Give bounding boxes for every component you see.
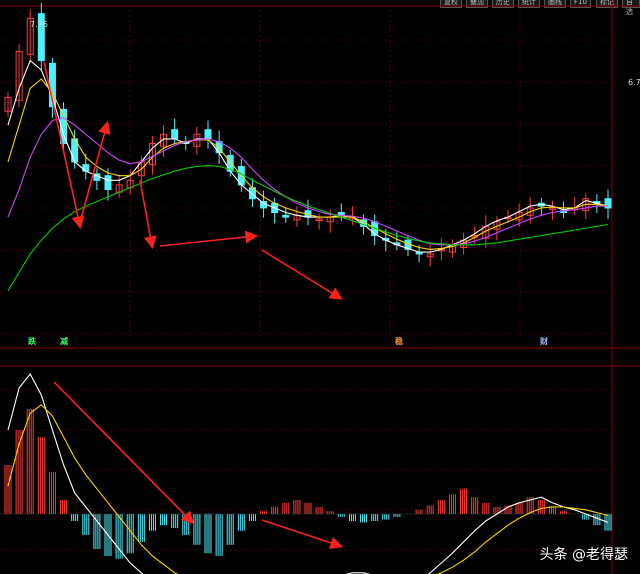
annotation-arrow [53, 381, 195, 525]
annotation-arrow [159, 230, 259, 247]
annotation-arrow [79, 120, 111, 223]
price-high-label: 7.76 [30, 20, 48, 29]
annotation-arrow [139, 179, 157, 250]
candle-body [282, 214, 290, 218]
ma-xlong-line [7, 165, 609, 292]
signal-tag-1: 减 [60, 337, 68, 346]
watermark: 头条 @老得瑟 [539, 547, 628, 563]
signal-tag-0: 跌 [28, 337, 36, 346]
candle-body [82, 164, 90, 172]
signal-tag-2: 稳 [395, 337, 403, 346]
candle-body [171, 129, 179, 140]
candle-body [104, 175, 112, 191]
stock-chart [0, 0, 640, 574]
annotation-arrow [261, 519, 344, 550]
annotation-arrow [261, 249, 343, 300]
price-right-label: 6.7 [628, 78, 640, 87]
candle-body [204, 129, 212, 140]
ma-long-line [7, 117, 608, 246]
signal-tag-3: 财 [540, 337, 548, 346]
